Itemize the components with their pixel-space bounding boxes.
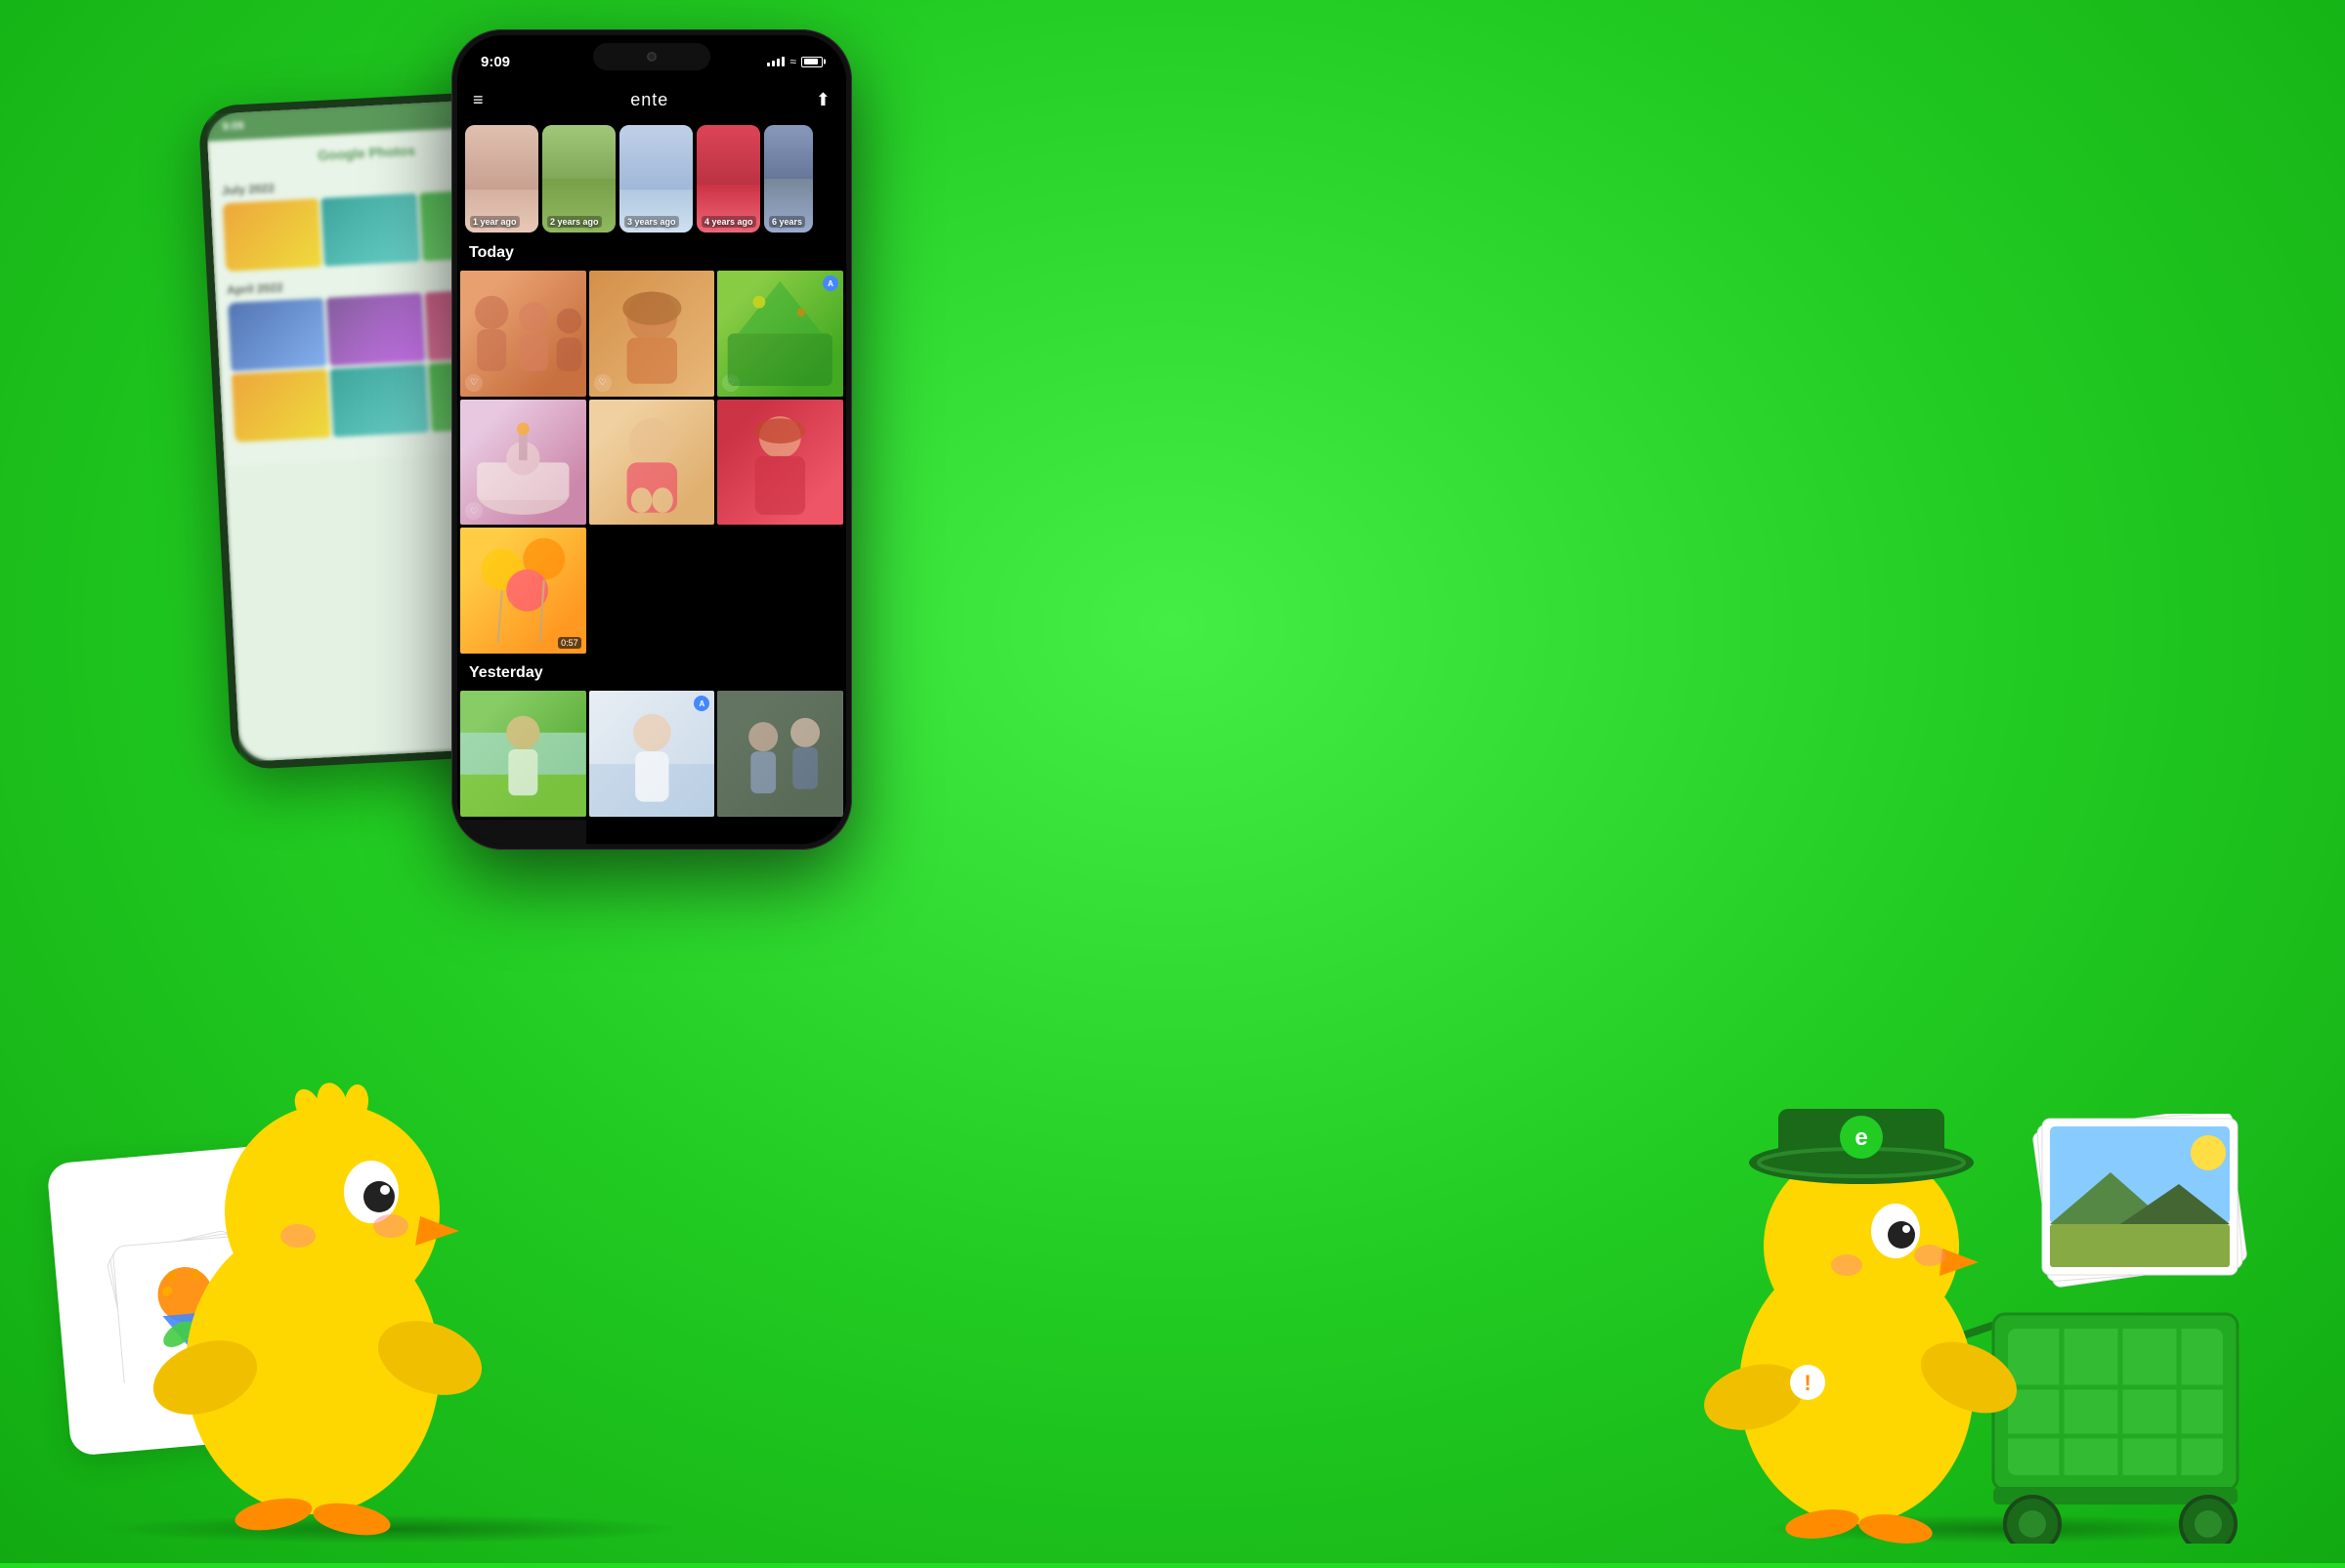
yesterday-label: Yesterday <box>457 657 846 688</box>
camera-dot <box>647 52 657 62</box>
photo-checkbox[interactable] <box>460 820 586 844</box>
chick-right: e ! <box>1681 1094 2032 1563</box>
chick-left <box>127 1055 498 1563</box>
memory-6years[interactable]: 6 years <box>764 125 813 233</box>
memory-6years-label: 6 years <box>769 216 805 228</box>
memory-3years-label: 3 years ago <box>624 216 679 228</box>
memory-2years[interactable]: 2 years ago <box>542 125 616 233</box>
battery-icon <box>801 57 823 67</box>
memory-1year[interactable]: 1 year ago <box>465 125 538 233</box>
memory-1year-label: 1 year ago <box>470 216 520 228</box>
photo-woman-field[interactable] <box>460 691 586 817</box>
status-icons: ≈ <box>767 55 823 68</box>
memory-4years-label: 4 years ago <box>702 216 756 228</box>
svg-text:!: ! <box>1804 1371 1811 1395</box>
photo-party[interactable]: ♡ A <box>717 271 843 397</box>
memory-3years[interactable]: 3 years ago <box>619 125 693 233</box>
today-grid: ♡ ♡ ♡ <box>457 268 846 657</box>
upload-icon[interactable]: ⬆ <box>816 90 831 110</box>
front-phone: 9:09 ≈ ≡ ente ⬆ <box>451 29 852 850</box>
app-header: ≡ ente ⬆ <box>457 78 846 121</box>
photo-balloons[interactable]: 0:57 <box>460 528 586 654</box>
photo-cake[interactable]: ♡ <box>460 400 586 526</box>
today-label: Today <box>457 236 846 268</box>
memory-4years[interactable]: 4 years ago <box>697 125 760 233</box>
photo-family-group[interactable]: ♡ <box>460 271 586 397</box>
wifi-icon: ≈ <box>789 55 796 68</box>
signal-icon <box>767 57 785 66</box>
photo-girl-white[interactable]: A <box>589 691 715 817</box>
yesterday-grid: A <box>457 688 846 844</box>
status-time: 9:09 <box>481 54 510 70</box>
phone-screen: 9:09 ≈ ≡ ente ⬆ <box>457 35 846 844</box>
memories-strip[interactable]: 1 year ago 2 years ago 3 years ago <box>457 121 846 236</box>
memory-2years-label: 2 years ago <box>547 216 602 228</box>
photo-girl-red[interactable] <box>717 400 843 526</box>
photo-couple-hiking[interactable] <box>717 691 843 817</box>
photo-toddler[interactable] <box>589 400 715 526</box>
app-title: ente <box>630 90 668 110</box>
phone-notch <box>593 43 710 70</box>
menu-icon[interactable]: ≡ <box>473 90 484 110</box>
svg-text:e: e <box>1855 1124 1867 1151</box>
photo-curly-hair[interactable]: ♡ <box>589 271 715 397</box>
